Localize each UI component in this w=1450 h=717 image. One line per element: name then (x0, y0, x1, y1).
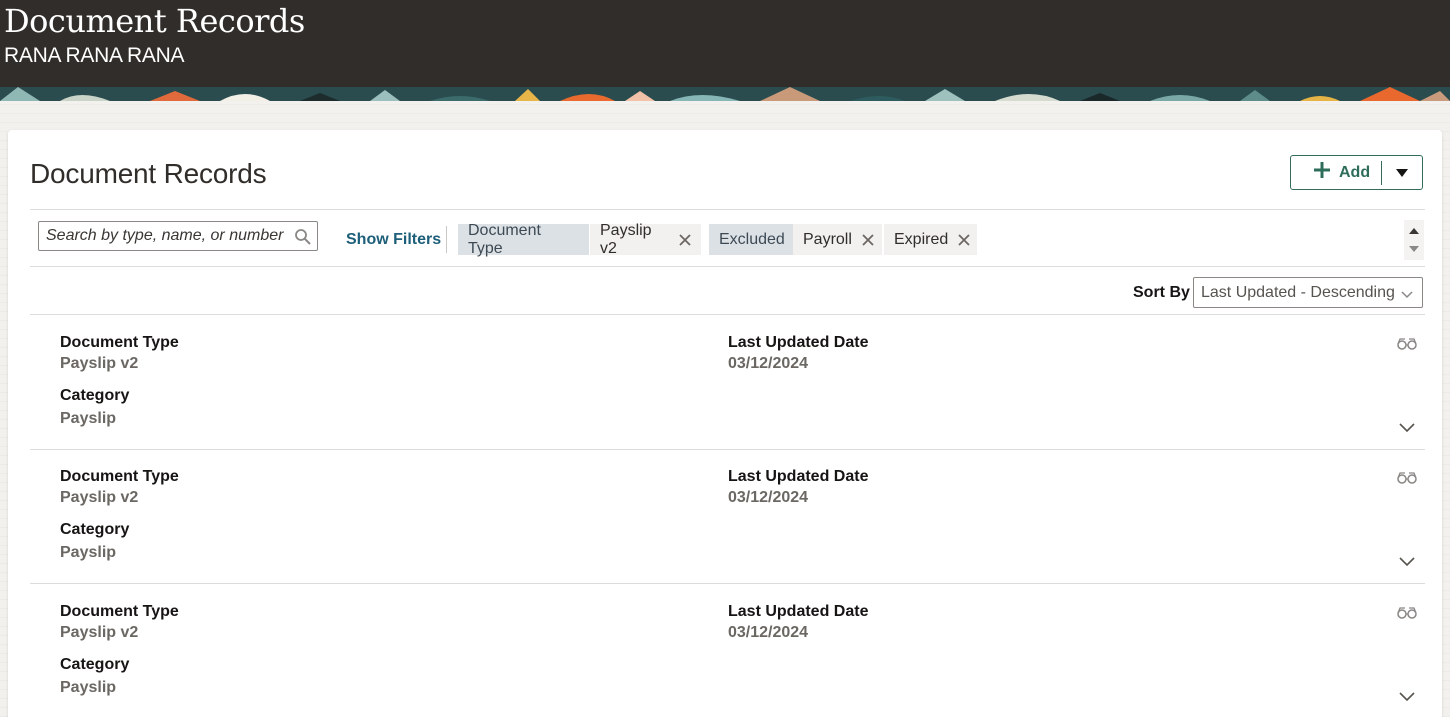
add-options-button[interactable] (1382, 156, 1422, 189)
filter-chip-label-document-type: Document Type (458, 221, 589, 257)
filter-chip-value: Payroll (803, 230, 852, 248)
person-name: RANA RANA RANA (4, 44, 185, 67)
category-label: Category (60, 656, 130, 673)
category-value: Payslip (60, 410, 117, 427)
section-title: Document Records (30, 158, 267, 189)
filter-bar-divider (30, 266, 1425, 267)
decorative-banner (0, 87, 1450, 101)
page-header: Document Records RANA RANA RANA (0, 0, 1450, 87)
filter-divider (446, 226, 447, 253)
search-icon[interactable] (294, 228, 312, 251)
last-updated-value: 03/12/2024 (728, 624, 809, 641)
chevron-down-icon[interactable] (1399, 554, 1415, 572)
category-label: Category (60, 521, 130, 538)
filter-chip-value: Expired (894, 230, 949, 248)
chevron-down-icon[interactable] (1399, 689, 1415, 707)
list-item[interactable]: Document Type Payslip v2 Category Paysli… (30, 449, 1425, 584)
show-filters-link[interactable]: Show Filters (346, 231, 441, 249)
add-split-button: Add (1290, 155, 1423, 190)
last-updated-label: Last Updated Date (728, 468, 869, 485)
category-label: Category (60, 387, 130, 404)
search-box (38, 221, 318, 251)
add-button[interactable]: Add (1291, 156, 1381, 189)
category-value: Payslip (60, 679, 117, 696)
filter-scroll-buttons (1404, 220, 1424, 260)
category-value: Payslip (60, 544, 117, 561)
search-input[interactable] (39, 222, 289, 250)
title-divider (30, 209, 1425, 210)
chevron-down-icon[interactable] (1399, 420, 1415, 438)
filter-chip-label-excluded: Excluded (709, 224, 793, 255)
filter-chip-payroll: Payroll (793, 224, 882, 255)
banner-pattern (0, 87, 1450, 101)
document-type-label: Document Type (60, 468, 179, 485)
document-type-value: Payslip v2 (60, 624, 139, 641)
filter-chip-expired: Expired (884, 224, 977, 255)
chevron-down-icon (1401, 287, 1413, 305)
sort-by-select[interactable]: Last Updated - Descending (1193, 277, 1423, 308)
list-item[interactable]: Document Type Payslip v2 Category Paysli… (30, 584, 1425, 717)
caret-down-icon (1396, 164, 1408, 182)
filter-chip-payslip-v2: Payslip v2 (590, 221, 701, 257)
sort-by-label: Sort By (1133, 284, 1190, 301)
last-updated-label: Last Updated Date (728, 334, 869, 351)
list-item[interactable]: Document Type Payslip v2 Category Paysli… (30, 315, 1425, 450)
plus-icon (1313, 161, 1331, 184)
add-button-label: Add (1339, 163, 1371, 181)
close-icon[interactable] (679, 233, 691, 246)
document-type-value: Payslip v2 (60, 355, 139, 372)
sort-by-value: Last Updated - Descending (1201, 283, 1395, 301)
page-title: Document Records (4, 2, 305, 40)
close-icon[interactable] (862, 233, 874, 246)
last-updated-value: 03/12/2024 (728, 489, 809, 506)
glasses-icon[interactable] (1397, 337, 1417, 355)
document-type-label: Document Type (60, 334, 179, 351)
document-records-panel: Document Records Add Show Filters Docume… (8, 130, 1442, 717)
filter-chip-label: Excluded (719, 230, 785, 248)
close-icon[interactable] (958, 233, 970, 246)
glasses-icon[interactable] (1397, 606, 1417, 624)
glasses-icon[interactable] (1397, 471, 1417, 489)
filter-chip-value: Payslip v2 (600, 221, 652, 257)
document-type-value: Payslip v2 (60, 489, 139, 506)
last-updated-label: Last Updated Date (728, 603, 869, 620)
filter-chip-label: Document Type (468, 221, 541, 257)
last-updated-value: 03/12/2024 (728, 355, 809, 372)
document-type-label: Document Type (60, 603, 179, 620)
